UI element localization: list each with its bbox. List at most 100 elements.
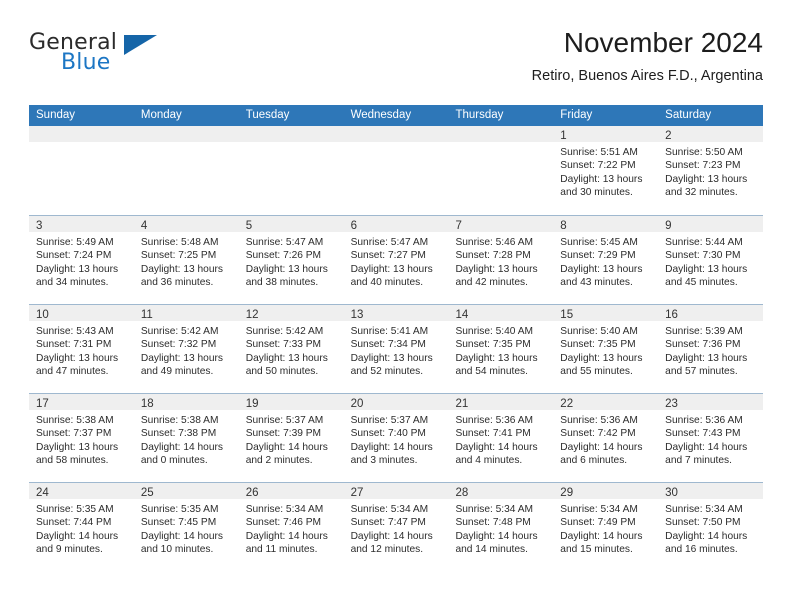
calendar-day-cell[interactable]: 21 Sunrise: 5:36 AM Sunset: 7:41 PM Dayligh…	[448, 394, 554, 482]
day-sunset-text: Sunset: 7:30 PM	[665, 250, 741, 262]
day-daylight2-text: and 45 minutes.	[665, 277, 738, 289]
day-sunrise-text: Sunrise: 5:38 AM	[36, 415, 114, 426]
day-daylight2-text: and 34 minutes.	[36, 277, 109, 289]
day-daylight2-text: and 16 minutes.	[665, 544, 738, 556]
calendar-day-cell[interactable]: 29 Sunrise: 5:34 AM Sunset: 7:49 PM Dayligh…	[553, 483, 659, 571]
calendar-day-cell[interactable]: 2 Sunrise: 5:50 AM Sunset: 7:23 PM Daylight…	[658, 126, 764, 215]
weekday-header-saturday: Saturday	[665, 109, 712, 121]
calendar-day-cell[interactable]: 8 Sunrise: 5:45 AM Sunset: 7:29 PM Daylight…	[553, 216, 659, 304]
calendar-day-cell[interactable]: 24 Sunrise: 5:35 AM Sunset: 7:44 PM Dayligh…	[29, 483, 134, 571]
day-daylight2-text: and 0 minutes.	[140, 455, 208, 467]
day-number: 10	[36, 309, 49, 321]
day-daylight1-text: Daylight: 13 hours	[560, 173, 643, 185]
day-sunset-text: Sunset: 7:45 PM	[140, 517, 217, 529]
day-sun-info: Sunrise: 5:37 AM Sunset: 7:40 PM Daylight:…	[344, 410, 449, 468]
day-number: 9	[665, 220, 672, 232]
day-daylight2-text: and 54 minutes.	[455, 366, 528, 378]
day-number-strip: 21	[448, 394, 554, 410]
day-number-strip: 24	[29, 483, 134, 499]
weekday-header-thursday: Thursday	[455, 109, 504, 121]
day-sun-info: Sunrise: 5:50 AM Sunset: 7:23 PM Daylight:…	[658, 142, 763, 200]
calendar-day-cell[interactable]: 10 Sunrise: 5:43 AM Sunset: 7:31 PM Dayligh…	[29, 305, 134, 393]
day-number: 19	[245, 398, 259, 410]
day-number: 13	[350, 309, 364, 321]
calendar-day-cell[interactable]: 9 Sunrise: 5:44 AM Sunset: 7:30 PM Daylight…	[658, 216, 764, 304]
calendar-day-cell[interactable]: 27 Sunrise: 5:34 AM Sunset: 7:47 PM Dayligh…	[343, 483, 449, 571]
day-number-strip: 6	[343, 216, 449, 232]
day-daylight2-text: and 47 minutes.	[36, 366, 109, 378]
calendar-day-cell[interactable]: 15 Sunrise: 5:40 AM Sunset: 7:35 PM Dayligh…	[553, 305, 659, 393]
calendar-day-cell[interactable]: 16 Sunrise: 5:39 AM Sunset: 7:36 PM Dayligh…	[658, 305, 764, 393]
day-number: 11	[140, 309, 153, 321]
day-sun-info: Sunrise: 5:38 AM Sunset: 7:37 PM Daylight:…	[29, 410, 134, 468]
calendar-day-cell[interactable]: 28 Sunrise: 5:34 AM Sunset: 7:48 PM Dayligh…	[448, 483, 554, 571]
calendar-day-cell[interactable]: 5 Sunrise: 5:47 AM Sunset: 7:26 PM Daylight…	[238, 216, 344, 304]
day-sunset-text: Sunset: 7:25 PM	[140, 250, 217, 262]
day-daylight1-text: Daylight: 14 hours	[665, 530, 748, 542]
calendar-day-cell[interactable]: 3 Sunrise: 5:49 AM Sunset: 7:24 PM Daylight…	[29, 216, 134, 304]
calendar-day-cell[interactable]: 25 Sunrise: 5:35 AM Sunset: 7:45 PM Dayligh…	[133, 483, 239, 571]
calendar-day-cell[interactable]: 30 Sunrise: 5:34 AM Sunset: 7:50 PM Dayligh…	[658, 483, 764, 571]
calendar-day-cell[interactable]: 17 Sunrise: 5:38 AM Sunset: 7:37 PM Dayligh…	[29, 394, 134, 482]
day-number-strip: 5	[238, 216, 344, 232]
calendar-weeks: 1 Sunrise: 5:51 AM Sunset: 7:22 PM Daylight…	[29, 126, 764, 571]
day-number-strip: 1	[553, 126, 659, 142]
day-sunrise-text: Sunrise: 5:51 AM	[560, 147, 638, 158]
calendar-day-cell[interactable]: 13 Sunrise: 5:41 AM Sunset: 7:34 PM Dayligh…	[343, 305, 449, 393]
calendar-day-cell[interactable]: 18 Sunrise: 5:38 AM Sunset: 7:38 PM Dayligh…	[133, 394, 239, 482]
calendar-week-row: 10 Sunrise: 5:43 AM Sunset: 7:31 PM Dayligh…	[29, 304, 764, 393]
calendar-day-cell[interactable]: 14 Sunrise: 5:40 AM Sunset: 7:35 PM Dayligh…	[448, 305, 554, 393]
day-daylight1-text: Daylight: 13 hours	[36, 352, 119, 364]
day-daylight1-text: Daylight: 13 hours	[140, 263, 223, 275]
calendar-day-cell[interactable]: 23 Sunrise: 5:36 AM Sunset: 7:43 PM Dayligh…	[658, 394, 764, 482]
day-daylight2-text: and 14 minutes.	[455, 544, 528, 556]
general-blue-logo[interactable]: General Blue	[29, 30, 229, 90]
day-sun-info: Sunrise: 5:34 AM Sunset: 7:48 PM Daylight:…	[448, 499, 553, 557]
day-number: 4	[140, 220, 148, 232]
day-sunrise-text: Sunrise: 5:47 AM	[245, 237, 324, 248]
day-number: 5	[245, 220, 253, 232]
page-header: General Blue November 2024 Retiro, Bueno…	[29, 26, 763, 98]
calendar-day-cell[interactable]: 22 Sunrise: 5:36 AM Sunset: 7:42 PM Dayligh…	[553, 394, 659, 482]
day-daylight1-text: Daylight: 13 hours	[560, 263, 643, 275]
calendar-day-cell[interactable]: 11 Sunrise: 5:42 AM Sunset: 7:32 PM Dayligh…	[133, 305, 239, 393]
calendar-week-row: 17 Sunrise: 5:38 AM Sunset: 7:37 PM Dayligh…	[29, 393, 764, 482]
day-daylight2-text: and 42 minutes.	[455, 277, 528, 289]
calendar-day-cell-empty	[448, 126, 554, 215]
day-number: 25	[140, 487, 154, 499]
calendar-day-cell[interactable]: 12 Sunrise: 5:42 AM Sunset: 7:33 PM Dayligh…	[238, 305, 344, 393]
day-sunset-text: Sunset: 7:44 PM	[36, 517, 112, 529]
day-sunset-text: Sunset: 7:47 PM	[350, 517, 426, 529]
calendar-day-cell[interactable]: 6 Sunrise: 5:47 AM Sunset: 7:27 PM Daylight…	[343, 216, 449, 304]
day-sunset-text: Sunset: 7:27 PM	[350, 250, 426, 262]
day-number-strip: 8	[553, 216, 659, 232]
calendar-day-cell[interactable]: 7 Sunrise: 5:46 AM Sunset: 7:28 PM Daylight…	[448, 216, 554, 304]
calendar-day-cell[interactable]: 1 Sunrise: 5:51 AM Sunset: 7:22 PM Daylight…	[553, 126, 659, 215]
day-number: 16	[665, 309, 678, 321]
day-sun-info: Sunrise: 5:48 AM Sunset: 7:25 PM Daylight:…	[134, 232, 239, 290]
day-sun-info: Sunrise: 5:34 AM Sunset: 7:46 PM Daylight:…	[239, 499, 344, 557]
day-sunset-text: Sunset: 7:42 PM	[560, 428, 636, 440]
day-number: 7	[455, 220, 462, 232]
calendar-day-cell[interactable]: 4 Sunrise: 5:48 AM Sunset: 7:25 PM Daylight…	[133, 216, 239, 304]
day-daylight1-text: Daylight: 13 hours	[245, 263, 328, 275]
day-sun-info: Sunrise: 5:41 AM Sunset: 7:34 PM Daylight:…	[344, 321, 449, 379]
day-sun-info: Sunrise: 5:40 AM Sunset: 7:35 PM Daylight:…	[553, 321, 658, 379]
calendar-day-cell[interactable]: 26 Sunrise: 5:34 AM Sunset: 7:46 PM Dayligh…	[238, 483, 344, 571]
day-number: 29	[560, 487, 574, 499]
day-sun-info: Sunrise: 5:35 AM Sunset: 7:45 PM Daylight:…	[134, 499, 239, 557]
weekday-header-sunday: Sunday	[36, 109, 76, 121]
day-sunrise-text: Sunrise: 5:43 AM	[36, 326, 114, 337]
day-number-strip: 11	[133, 305, 239, 321]
day-number-strip	[448, 126, 554, 142]
day-number: 30	[665, 487, 678, 499]
day-sunrise-text: Sunrise: 5:37 AM	[350, 415, 429, 426]
day-daylight1-text: Daylight: 13 hours	[665, 263, 748, 275]
day-number-strip: 4	[133, 216, 239, 232]
calendar-day-cell[interactable]: 19 Sunrise: 5:37 AM Sunset: 7:39 PM Dayligh…	[238, 394, 344, 482]
day-number-strip	[29, 126, 134, 142]
day-sunset-text: Sunset: 7:48 PM	[455, 517, 531, 529]
day-number-strip	[238, 126, 344, 142]
day-daylight2-text: and 4 minutes.	[455, 455, 523, 467]
calendar-day-cell[interactable]: 20 Sunrise: 5:37 AM Sunset: 7:40 PM Dayligh…	[343, 394, 449, 482]
